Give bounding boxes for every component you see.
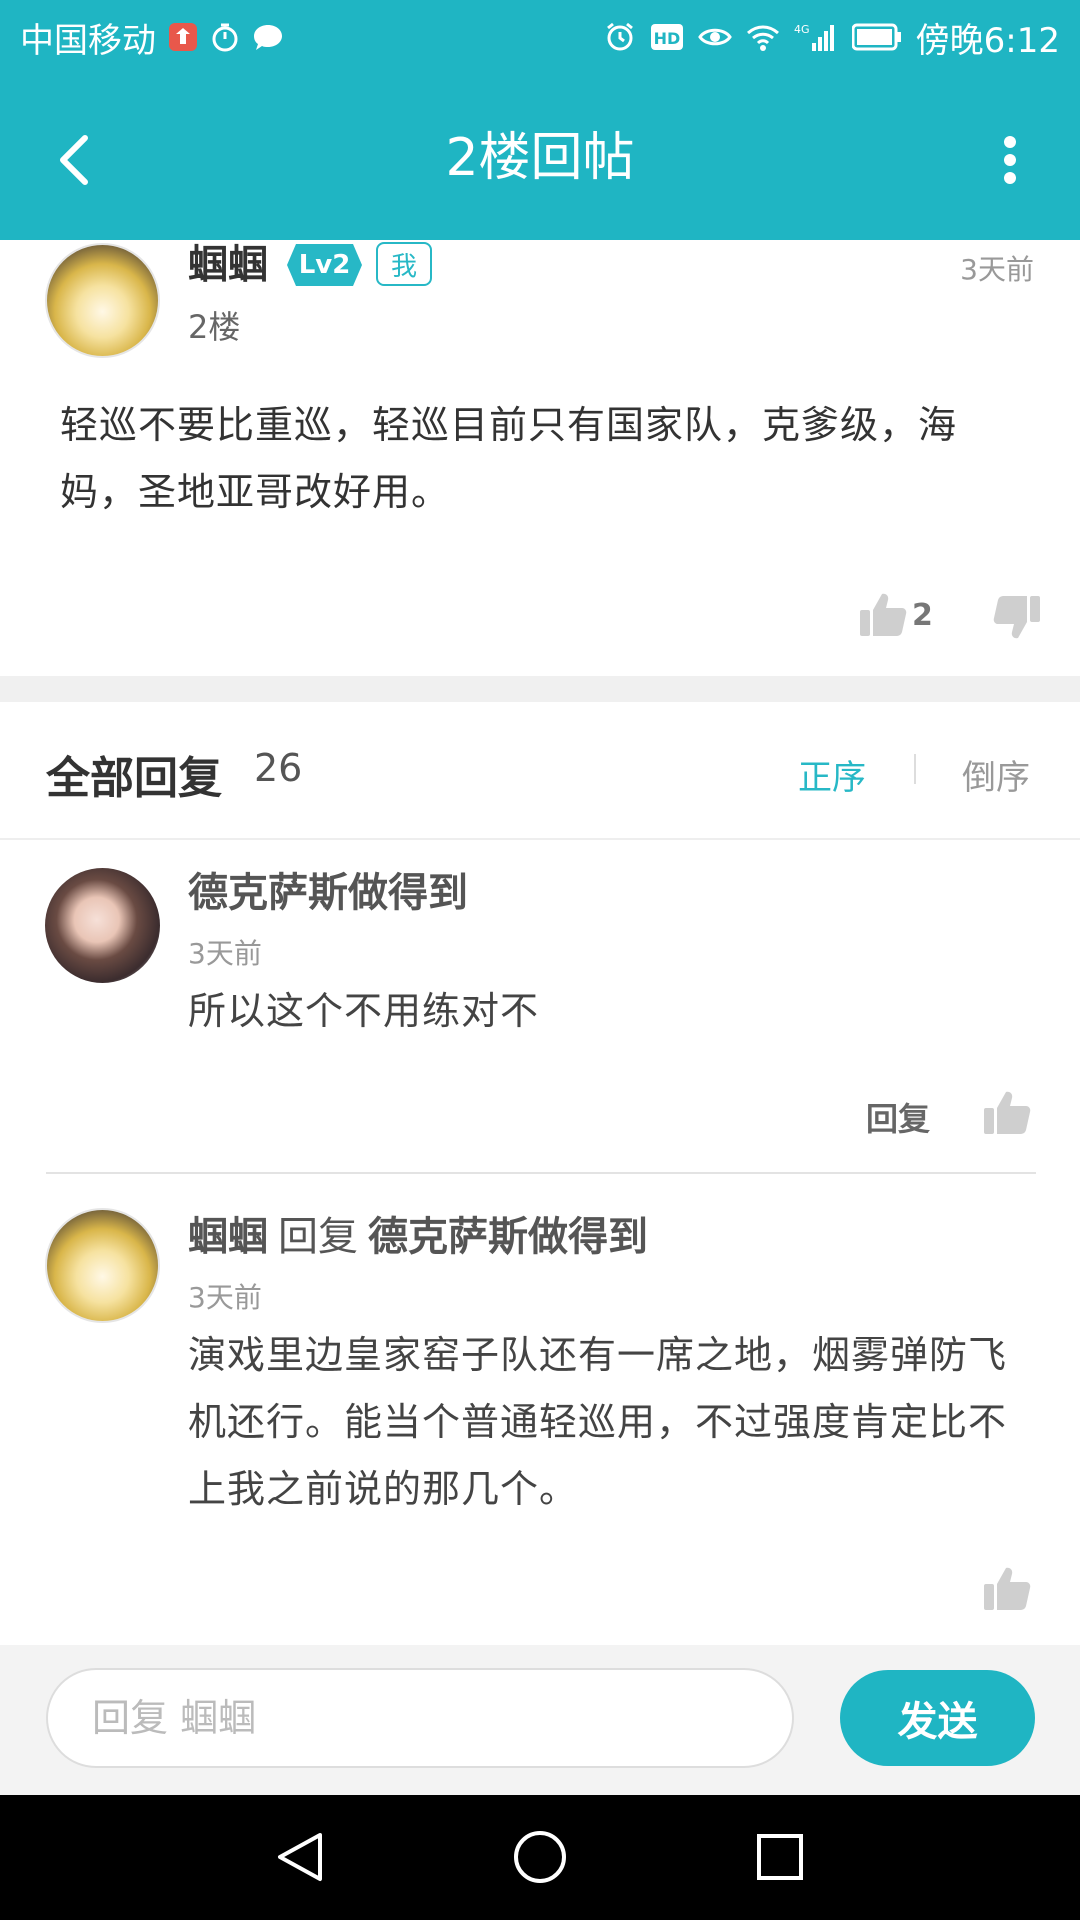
- send-button[interactable]: 发送: [840, 1670, 1035, 1766]
- reply-button[interactable]: 回复: [866, 1094, 930, 1140]
- reply-time: 3天前: [188, 1281, 262, 1314]
- thumbs-up-icon: [860, 593, 907, 636]
- reply-avatar[interactable]: [45, 1208, 160, 1323]
- post-time: 3天前: [960, 253, 1034, 286]
- clock-label: 傍晚6:12: [915, 20, 1060, 61]
- thumbs-up-icon: [984, 1091, 1031, 1134]
- status-left: 中国移动: [20, 14, 284, 61]
- post-author-avatar[interactable]: [45, 243, 160, 358]
- me-badge: 我: [376, 242, 432, 286]
- more-vertical-icon: [1004, 136, 1016, 184]
- reply-like-button[interactable]: [982, 1564, 1032, 1614]
- status-bar: 中国移动 HD 4G 傍晚6:12: [0, 0, 1080, 75]
- reply-like-button[interactable]: [982, 1088, 1032, 1138]
- triangle-back-icon: [278, 1833, 322, 1881]
- timer-icon: [210, 22, 240, 52]
- alarm-icon: [604, 21, 636, 53]
- reply-author-name[interactable]: 蝈蝈: [188, 1214, 268, 1260]
- hd-icon: HD: [650, 22, 684, 52]
- sort-descending-button[interactable]: 倒序: [962, 750, 1030, 799]
- wifi-icon: [746, 22, 780, 52]
- more-options-button[interactable]: [980, 125, 1040, 195]
- page-title: 2楼回帖: [445, 128, 635, 188]
- nav-recents-button[interactable]: [748, 1825, 812, 1889]
- section-divider: [0, 676, 1080, 702]
- thumbs-down-icon: [993, 596, 1040, 639]
- carrier-label: 中国移动: [20, 20, 156, 61]
- replies-count: 26: [254, 746, 303, 790]
- svg-text:4G: 4G: [794, 23, 810, 36]
- reply-input[interactable]: [46, 1668, 794, 1768]
- level-badge: Lv2: [287, 244, 362, 286]
- square-recents-icon: [757, 1834, 803, 1880]
- reply-author-line: 蝈蝈 回复 德克萨斯做得到: [188, 1212, 648, 1262]
- sort-separator: [914, 754, 916, 784]
- app-bar: 2楼回帖: [0, 75, 1080, 240]
- like-count: 2: [912, 598, 933, 633]
- nav-back-button[interactable]: [268, 1825, 332, 1889]
- reply-content: 所以这个不用练对不: [188, 989, 540, 1033]
- thumbs-up-icon: [984, 1567, 1031, 1610]
- reply-time: 3天前: [188, 937, 262, 970]
- svg-text:HD: HD: [653, 29, 680, 48]
- reply-divider: [46, 1172, 1036, 1174]
- app-notification-icon: [168, 22, 198, 52]
- like-button[interactable]: [858, 590, 908, 640]
- battery-icon: [851, 23, 902, 51]
- reply-word: 回复: [278, 1214, 358, 1260]
- signal-icon: 4G: [794, 21, 838, 53]
- post-content: 轻巡不要比重巡，轻巡目前只有国家队，克爹级，海妈，圣地亚哥改好用。: [60, 403, 958, 514]
- reply-avatar[interactable]: [45, 868, 160, 983]
- eye-icon: [697, 22, 732, 52]
- system-nav-bar: [0, 1795, 1080, 1920]
- sort-ascending-button[interactable]: 正序: [798, 750, 866, 799]
- reply-target-name[interactable]: 德克萨斯做得到: [368, 1214, 648, 1260]
- header-divider: [0, 838, 1080, 840]
- chat-bubble-icon: [252, 22, 284, 52]
- dislike-button[interactable]: [992, 592, 1042, 642]
- status-right: HD 4G 傍晚6:12: [604, 14, 1060, 61]
- post-author-name[interactable]: 蝈蝈: [188, 240, 268, 290]
- reply-author-name[interactable]: 德克萨斯做得到: [188, 868, 468, 918]
- all-replies-title: 全部回复: [46, 753, 222, 804]
- reply-content: 演戏里边皇家窑子队还有一席之地，烟雾弹防飞机还行。能当个普通轻巡用，不过强度肯定…: [188, 1333, 1008, 1511]
- nav-home-button[interactable]: [508, 1825, 572, 1889]
- circle-home-icon: [514, 1831, 566, 1883]
- post-floor: 2楼: [188, 308, 241, 346]
